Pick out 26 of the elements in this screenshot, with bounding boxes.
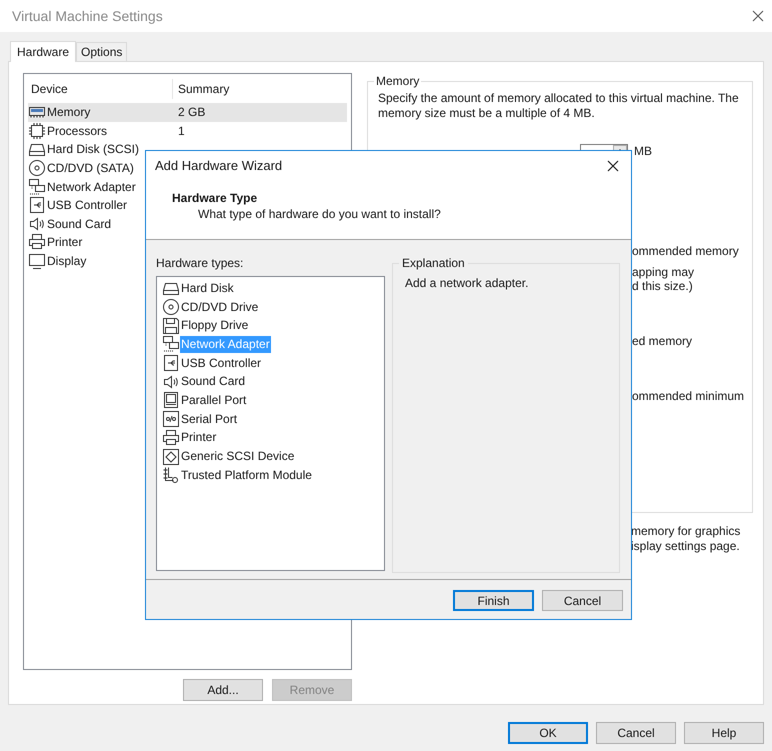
memory-note-text: memory for graphics isplay settings page. [631, 524, 742, 554]
device-summary: 2 GB [177, 104, 206, 122]
memory-note-text: ommended minimum [632, 389, 746, 403]
memory-note-text: ommended memory [632, 244, 740, 258]
device-name: Processors [47, 122, 108, 140]
wizard-subheading: What type of hardware do you want to install? [197, 206, 442, 222]
device-name: Network Adapter [47, 178, 136, 196]
device-name: Display [47, 253, 86, 270]
memory-note-text: apping may d this size.) [632, 265, 696, 293]
explanation-text: Add a network adapter. [405, 276, 530, 290]
memory-note-text: ed memory [632, 334, 694, 348]
list-label: Hardware types: [156, 256, 244, 270]
device-name: Memory [47, 104, 90, 122]
window-title: Virtual Machine Settings [12, 6, 163, 26]
unit-label: MB [634, 143, 652, 160]
group-title: Memory [374, 74, 422, 88]
dialog-title: Add Hardware Wizard [155, 157, 282, 176]
device-summary: 1 [177, 122, 185, 140]
device-name: CD/DVD (SATA) [47, 160, 134, 178]
device-name: USB Controller [47, 197, 128, 214]
device-name: Sound Card [47, 216, 112, 233]
wizard-heading: Hardware Type [171, 191, 258, 206]
group-title: Explanation [399, 256, 468, 270]
device-name: Printer [47, 234, 82, 252]
memory-description: Specify the amount of memory allocated to this virtual machine. The memory size must be a multiple of 4 MB. [378, 91, 740, 121]
device-name: Hard Disk (SCSI) [47, 141, 140, 158]
